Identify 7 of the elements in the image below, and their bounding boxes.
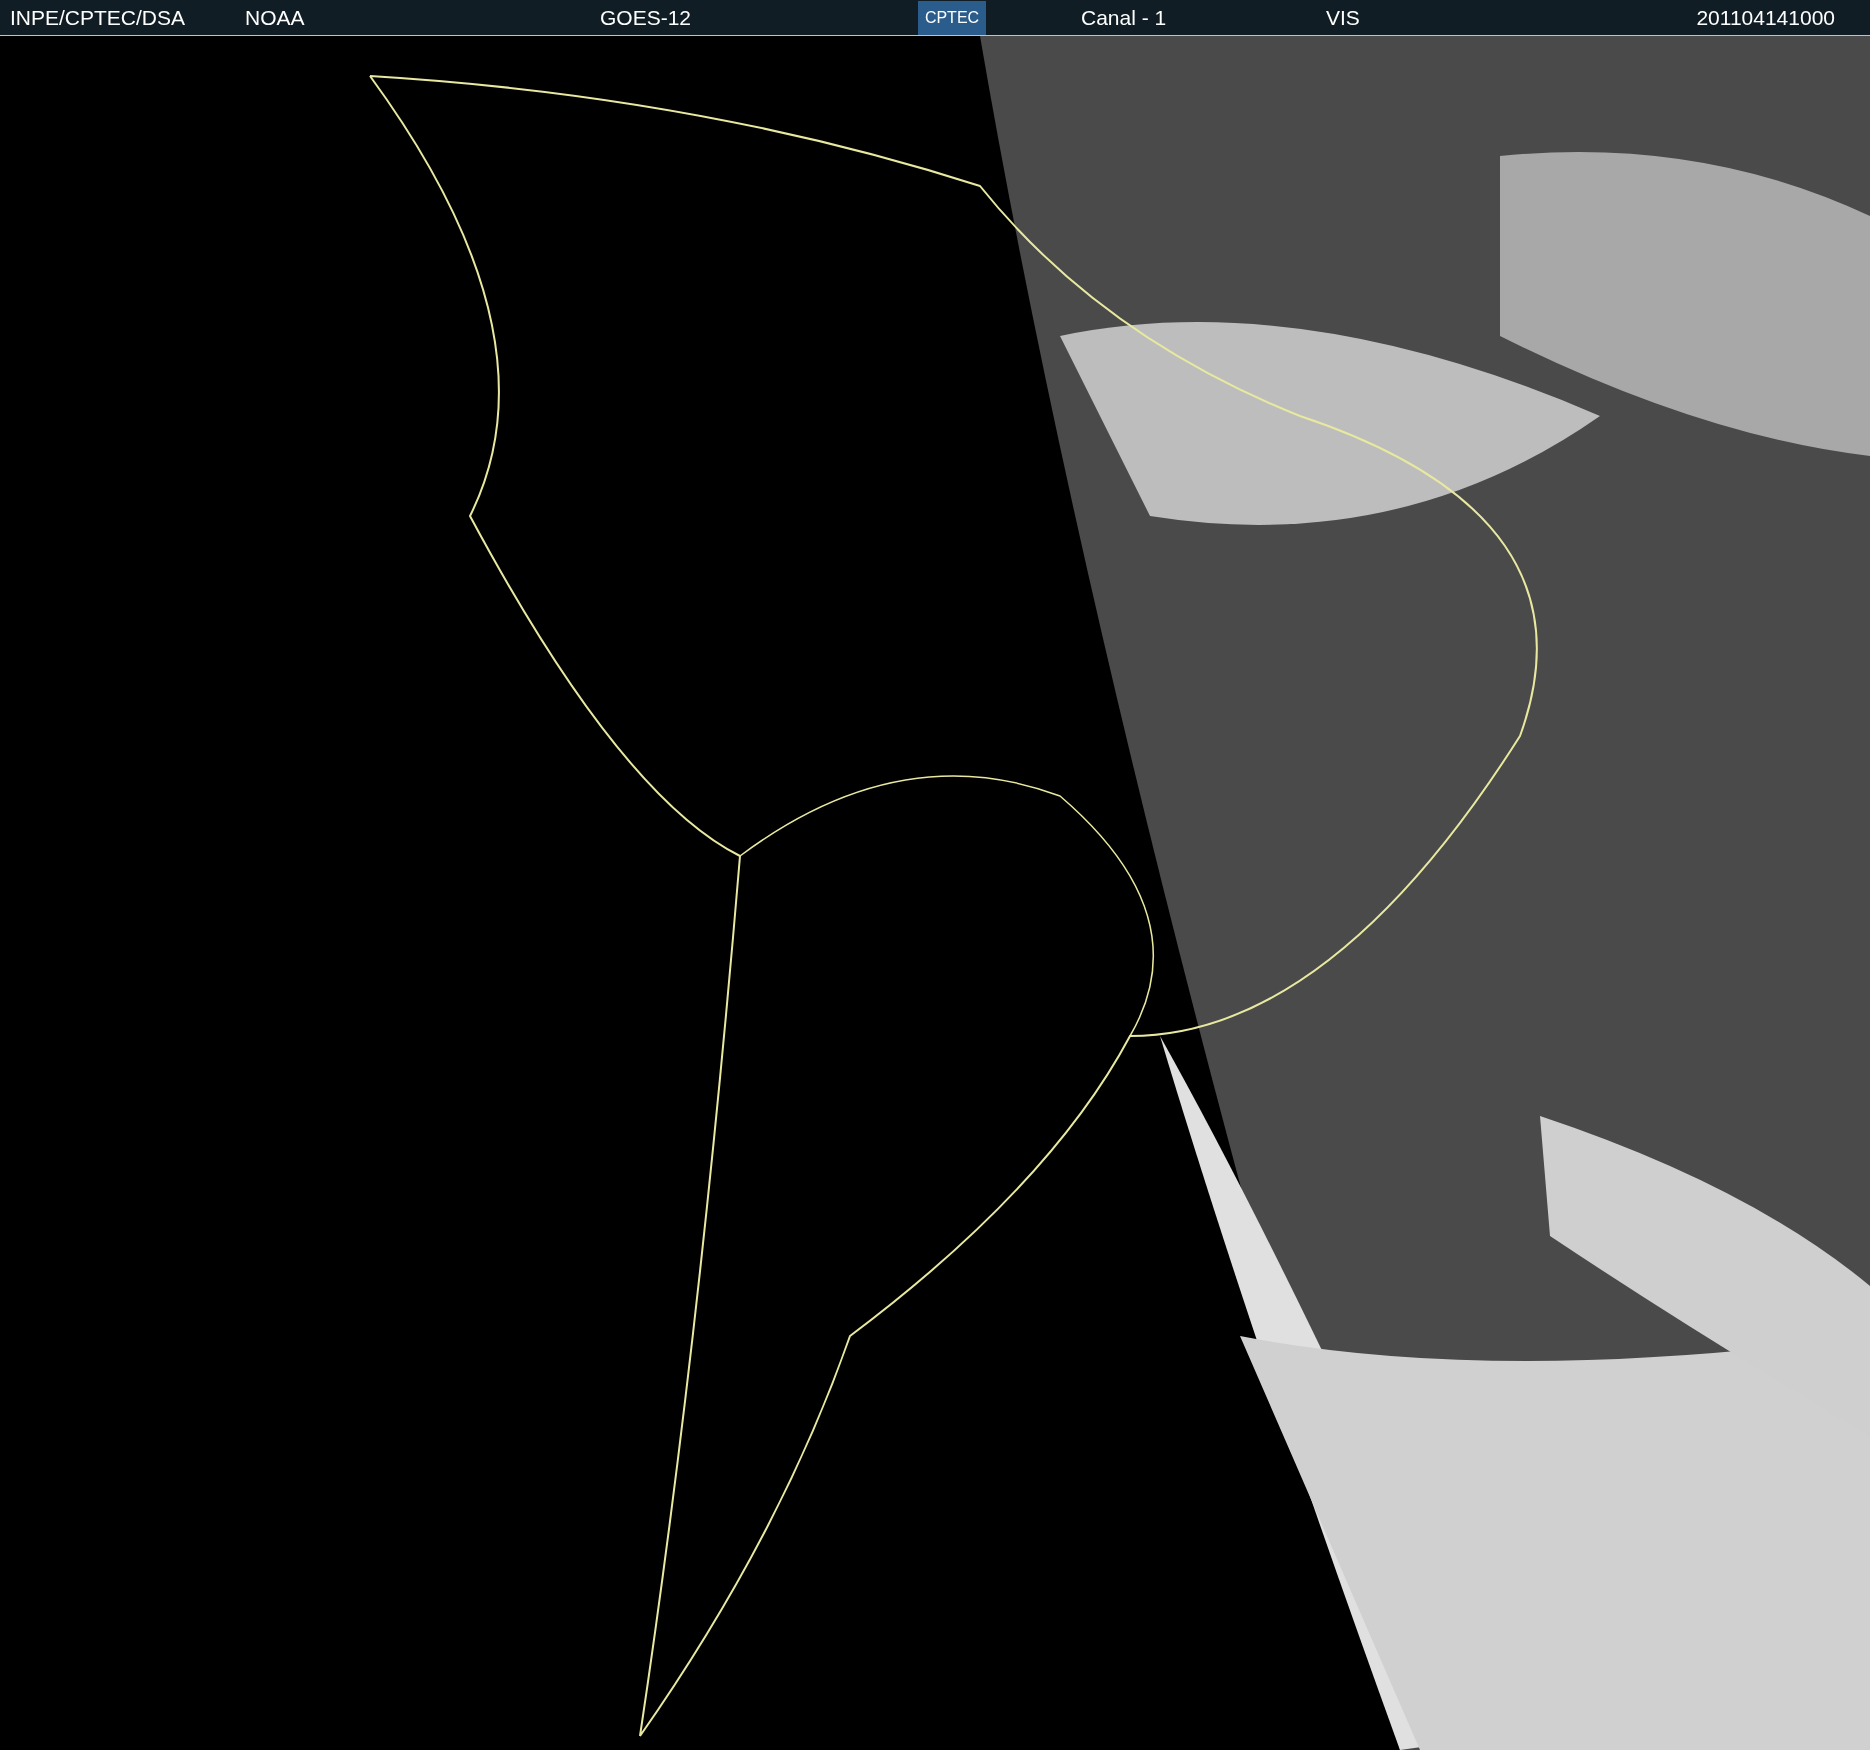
logo: CPTEC [918, 0, 986, 35]
timestamp-label: 201104141000 [1696, 7, 1835, 28]
agency-label: NOAA [245, 7, 306, 28]
source-label: INPE/CPTEC/DSA [10, 7, 187, 28]
band-label: VIS [1326, 7, 1361, 28]
channel-label: Canal - 1 [1081, 7, 1168, 28]
satellite-label: GOES-12 [600, 7, 693, 28]
